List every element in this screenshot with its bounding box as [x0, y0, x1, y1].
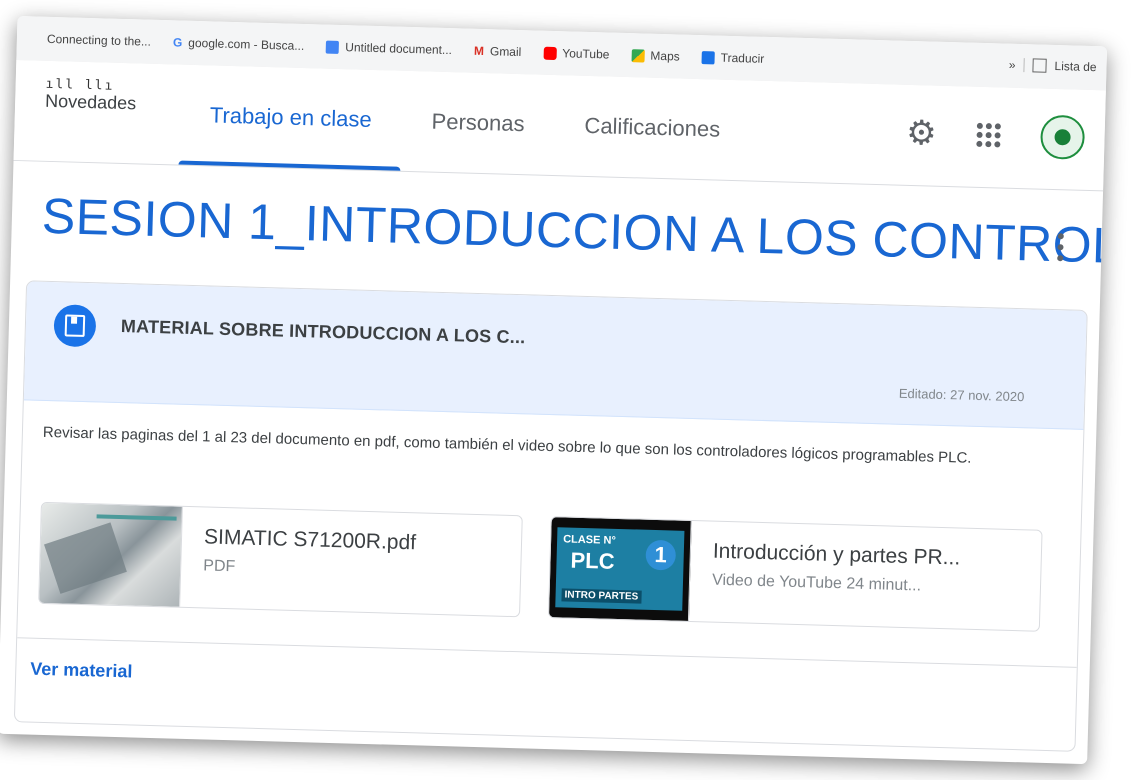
bookmarks-divider [1023, 58, 1025, 73]
attachment-pdf-type: PDF [203, 557, 236, 576]
video-thumbnail: CLASE N° PLC 1 INTRO PARTES [548, 517, 692, 621]
tab-classwork[interactable]: Trabajo en clase [178, 65, 403, 171]
bookmark-translate[interactable]: Traducir [701, 50, 765, 66]
header-actions: ⚙ [906, 111, 1086, 160]
gear-icon[interactable]: ⚙ [906, 114, 938, 153]
google-icon: G [172, 35, 183, 50]
reading-list-icon [1032, 58, 1047, 73]
attachment-pdf-name: SIMATIC S71200R.pdf [203, 525, 417, 555]
bookmark-maps[interactable]: Maps [631, 48, 680, 63]
bookmark-gmail-label: Gmail [489, 44, 522, 60]
attachment-video-name: Introducción y partes PR... [712, 539, 961, 570]
bookmark-docs-label: Untitled document... [345, 40, 453, 58]
material-title: MATERIAL SOBRE INTRODUCCION A LOS C... [120, 316, 526, 348]
avatar-image [1054, 128, 1071, 146]
material-card-header[interactable]: MATERIAL SOBRE INTRODUCCION A LOS C... E… [23, 281, 1087, 430]
material-card-footer: Ver material [14, 637, 1077, 752]
docs-icon [326, 40, 340, 54]
video-thumb-clase: CLASE N° [562, 533, 616, 547]
apps-grid-icon[interactable] [976, 122, 1001, 148]
view-material-link[interactable]: Ver material [30, 659, 133, 683]
video-thumb-plc: PLC [570, 547, 615, 574]
bookmark-translate-label: Traducir [720, 50, 765, 66]
bookmark-google-label: google.com - Busca... [188, 35, 305, 54]
youtube-icon [543, 46, 557, 60]
browser-window: Connecting to the... G google.com - Busc… [0, 15, 1108, 765]
bookmark-connecting[interactable]: Connecting to the... [47, 32, 151, 49]
bookmark-youtube-label: YouTube [562, 46, 610, 62]
attachment-pdf[interactable]: SIMATIC S71200R.pdf PDF [38, 501, 523, 618]
tab-classwork-label: Trabajo en clase [209, 102, 372, 132]
stream-tab[interactable]: ıll llı Novedades [44, 77, 137, 115]
bookmark-docs[interactable]: Untitled document... [326, 40, 453, 58]
video-thumb-sub: INTRO PARTES [561, 588, 642, 604]
bookmark-youtube[interactable]: YouTube [543, 46, 610, 62]
gmail-icon: M [473, 43, 485, 59]
pdf-thumbnail [39, 502, 183, 607]
tab-people[interactable]: Personas [400, 71, 556, 175]
material-card: MATERIAL SOBRE INTRODUCCION A LOS C... E… [13, 280, 1088, 752]
material-description: Revisar las paginas del 1 al 23 del docu… [42, 423, 972, 467]
bookmarks-overflow-button[interactable]: » [1009, 58, 1016, 72]
maps-icon [631, 48, 645, 63]
bookmarks-right: » Lista de [1009, 58, 1097, 74]
reading-list-button[interactable]: Lista de [1054, 59, 1096, 74]
video-thumb-number: 1 [645, 539, 677, 571]
bookmark-google[interactable]: G google.com - Busca... [173, 35, 305, 53]
bookmark-gmail[interactable]: M Gmail [474, 44, 522, 59]
tab-grades[interactable]: Calificaciones [553, 75, 751, 180]
bookmark-maps-label: Maps [650, 48, 680, 64]
attachment-video[interactable]: CLASE N° PLC 1 INTRO PARTES Introducción… [547, 516, 1043, 632]
bookmark-connecting-label: Connecting to the... [46, 31, 152, 49]
topic-title: SESION 1_INTRODUCCION A LOS CONTROLA... [41, 187, 1108, 277]
tab-grades-label: Calificaciones [584, 112, 721, 142]
translate-icon [701, 50, 715, 64]
stream-tab-label: Novedades [44, 90, 137, 114]
material-book-icon [53, 304, 97, 348]
avatar[interactable] [1039, 114, 1086, 160]
topic-more-options-icon[interactable] [1057, 233, 1064, 266]
material-edited-date: Editado: 27 nov. 2020 [898, 385, 1025, 405]
classroom-tabs: Trabajo en clase Personas Calificaciones [178, 65, 751, 181]
screenshot-sheet: Connecting to the... G google.com - Busc… [0, 0, 1118, 780]
tab-people-label: Personas [431, 108, 525, 137]
attachment-video-type: Video de YouTube 24 minut... [711, 571, 922, 595]
